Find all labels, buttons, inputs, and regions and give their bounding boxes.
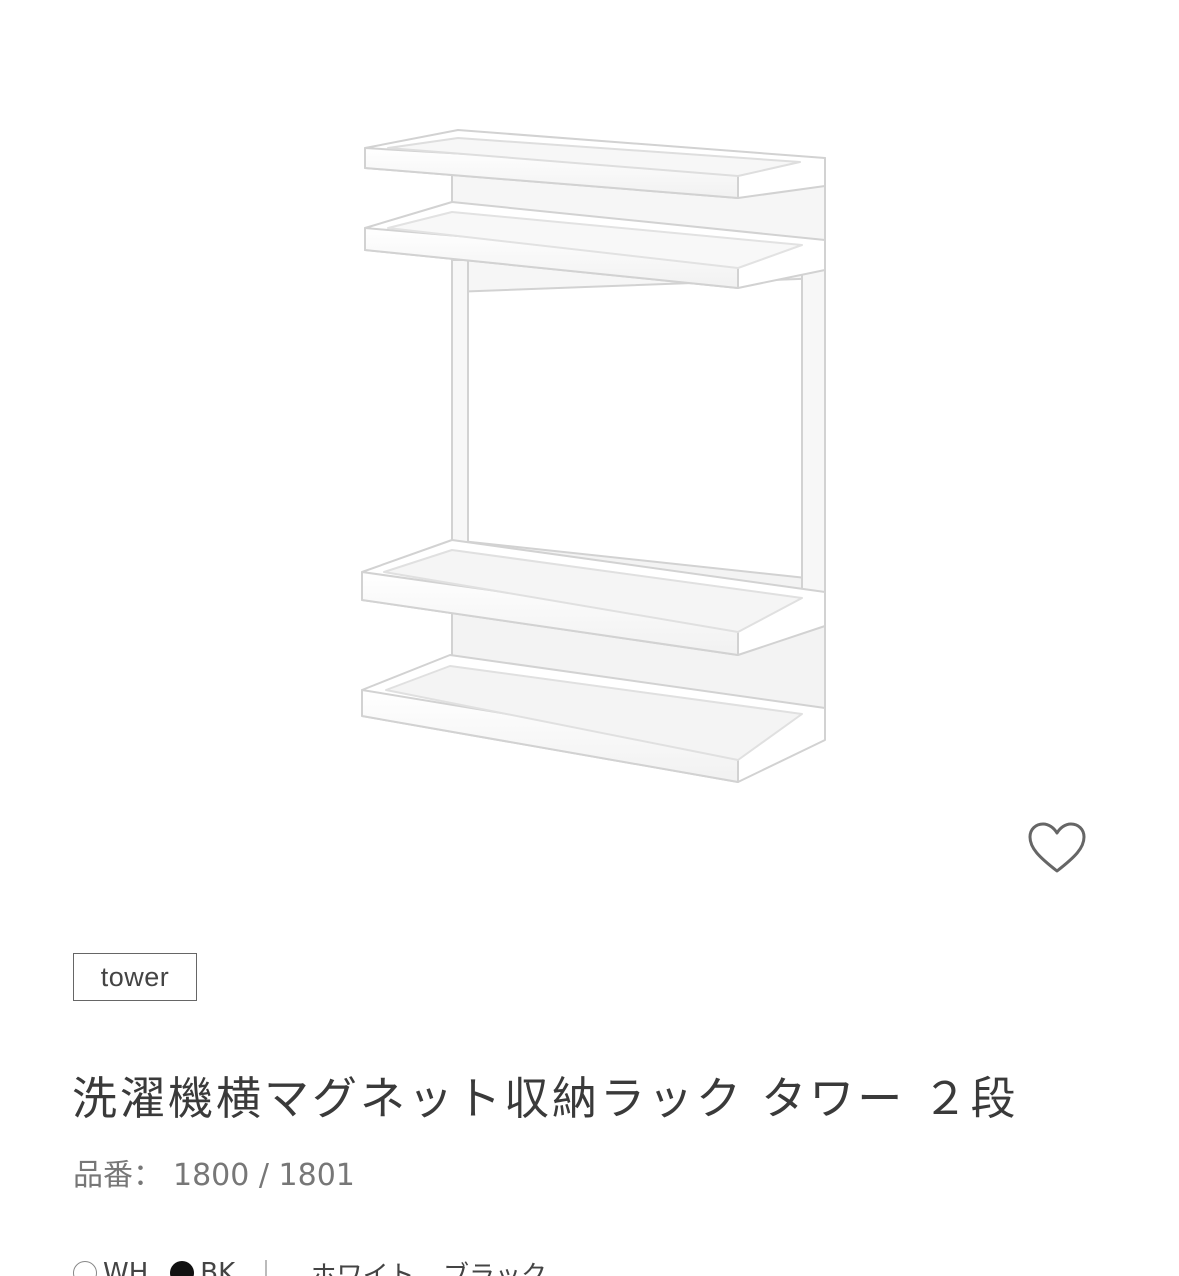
swatch-code: WH [103, 1258, 149, 1276]
color-names: ホワイト ブラック [311, 1255, 547, 1276]
product-code-label: 品番： [73, 1158, 163, 1193]
product-title: 洗濯機横マグネット収納ラック タワー ２段 [72, 1072, 1019, 1125]
brand-label: tower [100, 961, 170, 992]
brand-tag[interactable]: tower [73, 953, 197, 1001]
color-selector: WH BK ホワイト ブラック [73, 1258, 547, 1276]
color-swatch-white[interactable]: WH [73, 1258, 148, 1276]
color-swatch-black[interactable]: BK [170, 1258, 235, 1276]
black-dot-icon [170, 1261, 195, 1276]
swatch-code: BK [200, 1258, 236, 1276]
heart-outline-icon [1028, 822, 1086, 873]
color-name-black: ブラック [442, 1260, 547, 1276]
product-code-value: 1800 / 1801 [173, 1158, 355, 1193]
product-page: tower 洗濯機横マグネット収納ラック タワー ２段 品番： 1800 / 18… [0, 0, 1179, 1276]
white-dot-icon [73, 1261, 97, 1276]
color-name-white: ホワイト [310, 1260, 415, 1276]
divider [265, 1260, 267, 1276]
product-code: 品番： 1800 / 1801 [73, 1150, 355, 1194]
favorite-button[interactable] [1022, 815, 1092, 881]
product-image [361, 129, 826, 783]
